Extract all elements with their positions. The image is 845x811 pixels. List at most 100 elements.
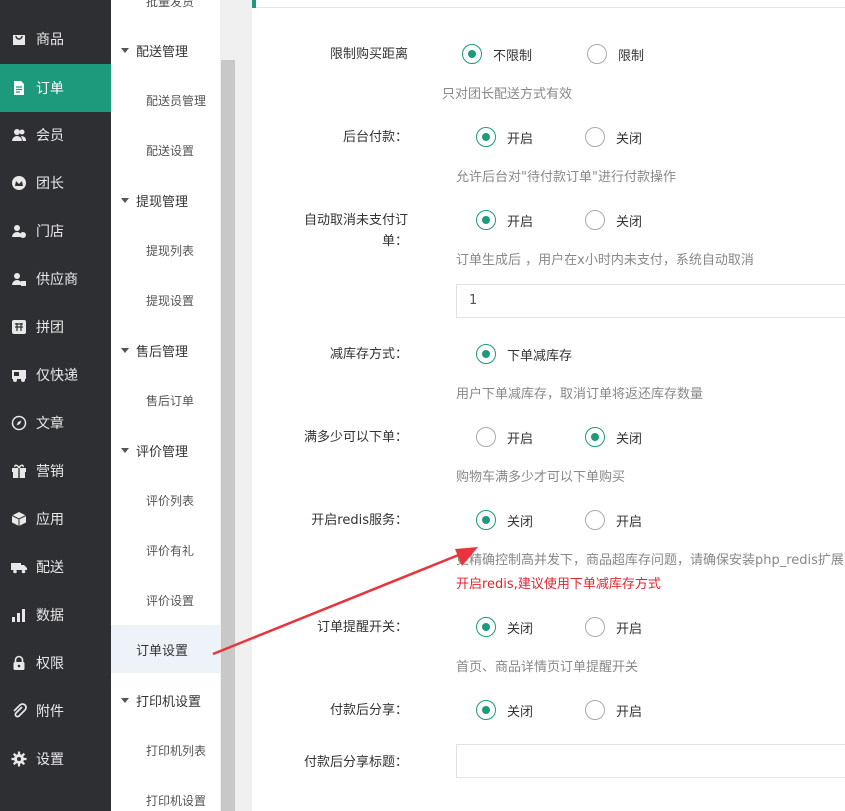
min-amount-help: 购物车满多少才可以下单购买	[456, 470, 626, 485]
radio-label: 关闭	[507, 704, 534, 720]
nav-label: 拼团	[36, 320, 64, 336]
redis-warning: 开启redis,建议使用下单减库存方式	[456, 577, 661, 592]
sub-item-delivery-settings[interactable]: 配送设置	[146, 142, 194, 159]
radio-backend-pay-off[interactable]: 关闭	[585, 127, 642, 147]
radio-share-after-pay-on[interactable]: 开启	[585, 700, 642, 720]
sub-item-withdrawal-list[interactable]: 提现列表	[146, 242, 194, 259]
radio-order-reminder-off[interactable]: 关闭	[476, 617, 533, 637]
nav-item-supplier[interactable]: 供应商	[0, 255, 111, 303]
nav-item-store[interactable]: 门店	[0, 207, 111, 255]
members-icon	[11, 127, 27, 143]
sub-item-courier-management[interactable]: 配送员管理	[146, 92, 206, 109]
card-header	[256, 0, 845, 8]
nav-item-group-buy[interactable]: 拼团	[0, 303, 111, 351]
compass-icon	[11, 415, 27, 431]
radio-label: 开启	[507, 431, 534, 447]
backend-pay-label: 后台付款：	[342, 130, 408, 145]
radio-auto-cancel-off[interactable]: 关闭	[585, 210, 642, 230]
sub-item-withdrawal-settings[interactable]: 提现设置	[146, 292, 194, 309]
crown-icon	[11, 175, 27, 191]
radio-label: 限制	[618, 48, 645, 64]
sub-group-withdrawal[interactable]: 提现管理	[121, 191, 188, 210]
nav-item-attachments[interactable]: 附件	[0, 687, 111, 735]
radio-share-after-pay-off[interactable]: 关闭	[476, 700, 533, 720]
radio-circle	[585, 700, 605, 720]
nav-item-delivery[interactable]: 配送	[0, 543, 111, 591]
radio-limit[interactable]: 限制	[587, 44, 644, 64]
nav-item-permissions[interactable]: 权限	[0, 639, 111, 687]
sub-group-printer[interactable]: 打印机设置	[121, 691, 201, 710]
radio-min-amount-on[interactable]: 开启	[476, 427, 533, 447]
radio-redis-off[interactable]: 关闭	[476, 510, 533, 530]
nav-label: 供应商	[36, 272, 78, 288]
nav-item-marketing[interactable]: 营销	[0, 447, 111, 495]
radio-circle	[587, 44, 607, 64]
auto-cancel-hours-input[interactable]: 1	[456, 284, 845, 318]
nav-item-articles[interactable]: 文章	[0, 399, 111, 447]
nav-item-apps[interactable]: 应用	[0, 495, 111, 543]
nav-item-express-only[interactable]: 仅快递	[0, 351, 111, 399]
truck-store-icon	[11, 367, 27, 383]
nav-label: 门店	[36, 224, 64, 240]
radio-stock-reduce-order[interactable]: 下单减库存	[476, 344, 572, 364]
radio-circle	[585, 127, 605, 147]
sub-item-review-settings[interactable]: 评价设置	[146, 592, 194, 609]
shopping-bag-icon	[11, 31, 27, 47]
radio-circle	[462, 44, 482, 64]
redis-label: 开启redis服务：	[311, 513, 408, 528]
sub-item-review-gifts[interactable]: 评价有礼	[146, 542, 194, 559]
radio-label: 开启	[616, 621, 643, 637]
auto-cancel-label: 自动取消未支付订单：	[303, 213, 408, 249]
sub-item-printer-settings[interactable]: 打印机设置	[146, 792, 206, 809]
sub-item-order-settings[interactable]: 订单设置	[111, 625, 220, 673]
caret-down-icon	[121, 198, 129, 203]
nav-label: 数据	[36, 608, 64, 624]
nav-item-settings[interactable]: 设置	[0, 735, 111, 783]
radio-min-amount-off[interactable]: 关闭	[585, 427, 642, 447]
share-title-input[interactable]	[456, 744, 845, 778]
sub-item-batch-ship[interactable]: 批量发货	[146, 0, 194, 10]
radio-circle	[585, 510, 605, 530]
nav-item-goods[interactable]: 商品	[0, 15, 111, 63]
radio-no-limit[interactable]: 不限制	[462, 44, 532, 64]
radio-label: 开启	[507, 214, 534, 230]
stock-reduce-label: 减库存方式：	[329, 347, 408, 362]
radio-circle	[476, 210, 496, 230]
nav-item-data[interactable]: 数据	[0, 591, 111, 639]
limit-distance-label: 限制购买距离	[329, 47, 408, 62]
nav-label: 商品	[36, 32, 64, 48]
radio-label: 关闭	[616, 431, 643, 447]
nav-item-members[interactable]: 会员	[0, 111, 111, 159]
radio-auto-cancel-on[interactable]: 开启	[476, 210, 533, 230]
radio-redis-on[interactable]: 开启	[585, 510, 642, 530]
sub-item-after-sales-orders[interactable]: 售后订单	[146, 392, 194, 409]
nav-label: 附件	[36, 704, 64, 720]
radio-order-reminder-on[interactable]: 开启	[585, 617, 642, 637]
nav-item-orders[interactable]: 订单	[0, 64, 111, 112]
sub-group-delivery[interactable]: 配送管理	[121, 41, 188, 60]
radio-circle	[585, 210, 605, 230]
sub-group-after-sales[interactable]: 售后管理	[121, 341, 188, 360]
radio-label: 关闭	[507, 621, 534, 637]
radio-label: 开启	[507, 131, 534, 147]
nav-item-leader[interactable]: 团长	[0, 159, 111, 207]
caret-down-icon	[121, 698, 129, 703]
bar-chart-icon	[11, 607, 27, 623]
delivery-truck-icon	[11, 559, 27, 575]
backend-pay-help: 允许后台对"待付款订单"进行付款操作	[456, 170, 676, 185]
sub-group-title: 评价管理	[136, 445, 189, 460]
radio-backend-pay-on[interactable]: 开启	[476, 127, 533, 147]
app-window: 商品 订单 会员 团长 门店 供应商 拼团 仅快递 文章 营销 应用 配送 数据…	[0, 0, 845, 811]
auto-cancel-help: 订单生成后 ，用户在x小时内未支付，系统自动取消	[456, 253, 754, 268]
gift-icon	[11, 463, 27, 479]
sub-group-title: 提现管理	[136, 195, 189, 210]
scrollbar-thumb[interactable]	[221, 60, 235, 811]
sub-item-review-list[interactable]: 评价列表	[146, 492, 194, 509]
nav-label: 营销	[36, 464, 64, 480]
sub-group-reviews[interactable]: 评价管理	[121, 441, 188, 460]
caret-down-icon	[121, 348, 129, 353]
radio-label: 下单减库存	[507, 348, 573, 364]
radio-label: 关闭	[616, 131, 643, 147]
radio-circle	[476, 510, 496, 530]
sub-item-printer-list[interactable]: 打印机列表	[146, 742, 206, 759]
